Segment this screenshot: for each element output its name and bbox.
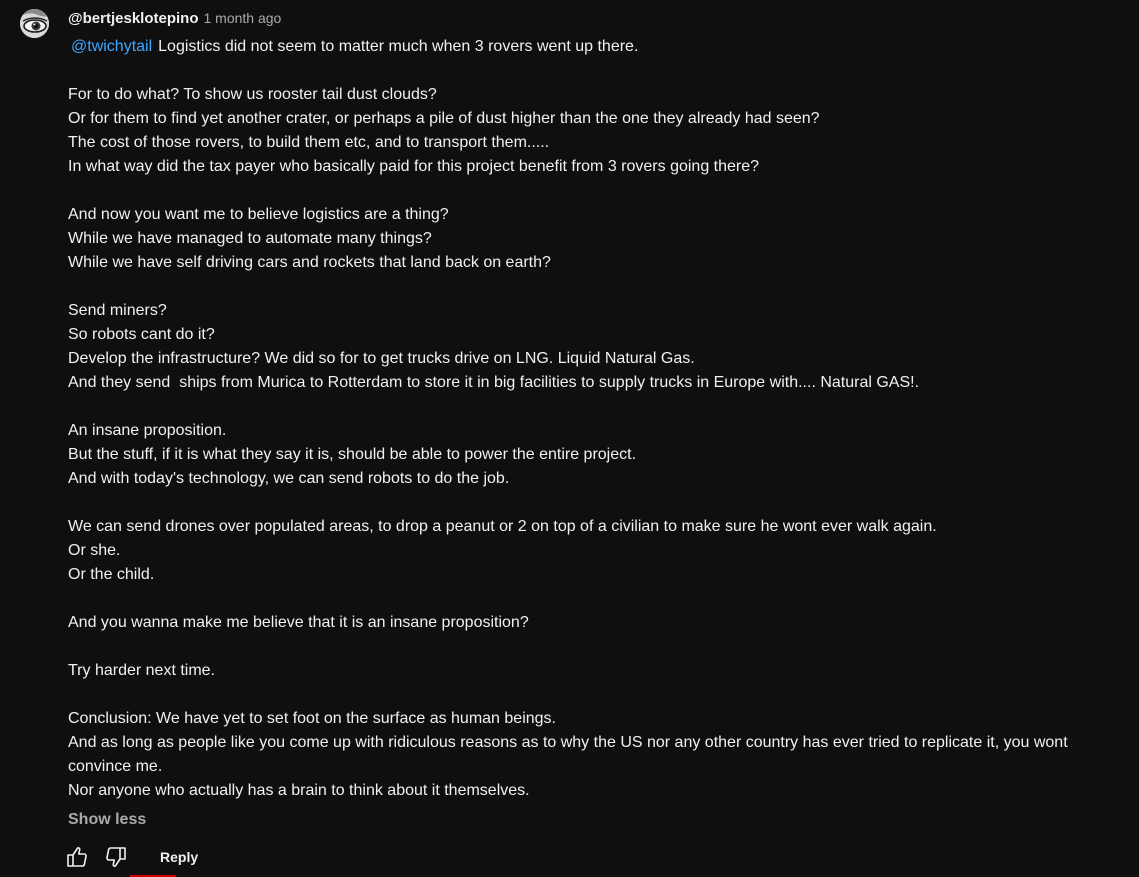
comment-line: While we have managed to automate many t… (68, 230, 432, 247)
comment-line: In what way did the tax payer who basica… (68, 158, 760, 175)
comment-line: An insane proposition. (68, 422, 227, 439)
comment-thread: @bertjesklotepino 1 month ago @twichytai… (0, 0, 1139, 877)
comment-line: While we have self driving cars and rock… (68, 254, 551, 271)
avatar-image (20, 9, 49, 38)
comment-line: We can send drones over populated areas,… (68, 518, 937, 535)
comment-line: But the stuff, if it is what they say it… (68, 446, 637, 463)
comment-line (68, 635, 1123, 659)
comment-line: Nor anyone who actually has a brain to t… (68, 782, 530, 799)
comment-header: @bertjesklotepino 1 month ago (68, 10, 281, 30)
thumbs-up-icon (67, 847, 87, 867)
comment-line: Or the child. (68, 566, 155, 583)
comment-line: And as long as people like you come up w… (68, 734, 1073, 775)
thumbs-down-icon (106, 847, 126, 867)
comment-line (68, 179, 1123, 203)
comment-line (68, 491, 1123, 515)
comment-line (68, 683, 1123, 707)
like-button[interactable] (60, 840, 94, 874)
comment-line: And you wanna make me believe that it is… (68, 614, 529, 631)
comment-line: Conclusion: We have yet to set foot on t… (68, 710, 556, 727)
dislike-button[interactable] (99, 840, 133, 874)
show-less-button[interactable]: Show less (68, 809, 146, 831)
mention-link[interactable]: @twichytail (71, 38, 152, 55)
comment-line: And they send ships from Murica to Rotte… (68, 374, 920, 391)
comment-timestamp[interactable]: 1 month ago (203, 10, 281, 26)
comment-line: @twichytail Logistics did not seem to mat… (68, 35, 1123, 59)
comment-line: And with today's technology, we can send… (68, 470, 510, 487)
comment-line: For to do what? To show us rooster tail … (68, 86, 437, 103)
comment-line: Develop the infrastructure? We did so fo… (68, 350, 695, 367)
comment-line: Or she. (68, 542, 121, 559)
comment-line (68, 395, 1123, 419)
comment-line (68, 587, 1123, 611)
comment-line (68, 275, 1123, 299)
comment-line: So robots cant do it? (68, 326, 215, 343)
comment-line: The cost of those rovers, to build them … (68, 134, 550, 151)
comment-line: Send miners? (68, 302, 167, 319)
author-name[interactable]: @bertjesklotepino (68, 10, 198, 27)
comment-line: Or for them to find yet another crater, … (68, 110, 820, 127)
comment-actions: Reply (60, 840, 210, 874)
comment-line (68, 59, 1123, 83)
comment-line: And now you want me to believe logistics… (68, 206, 449, 223)
reply-button[interactable]: Reply (155, 840, 210, 874)
comment-line: Try harder next time. (68, 662, 216, 679)
avatar[interactable] (20, 9, 49, 38)
comment-body: @twichytail Logistics did not seem to mat… (68, 35, 1123, 803)
comment-line-text: Logistics did not seem to matter much wh… (158, 38, 639, 55)
